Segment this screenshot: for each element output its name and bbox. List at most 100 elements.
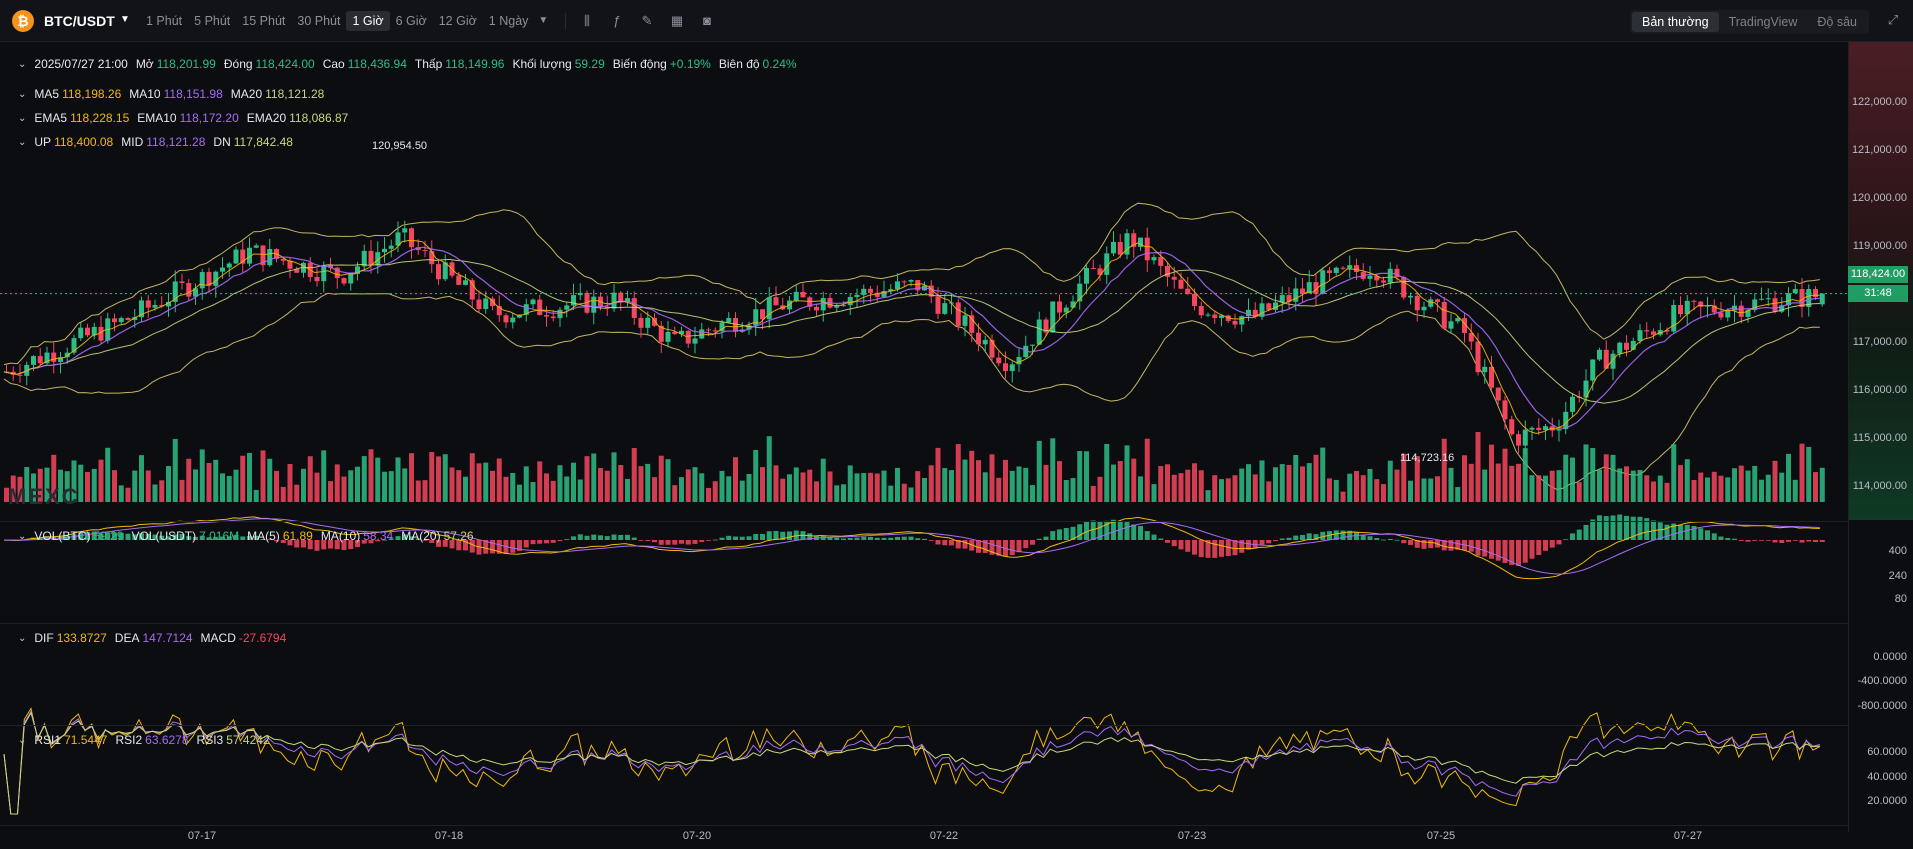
volume-bar (1603, 454, 1609, 502)
chevron-down-icon[interactable]: ⌄ (18, 735, 26, 746)
ma10-value: 118,151.98 (163, 87, 223, 101)
candle-body (388, 245, 394, 249)
macd-histogram-bar (739, 536, 745, 540)
volume-bar (145, 470, 151, 502)
interval-more-chevron-icon[interactable]: ▼ (534, 11, 552, 31)
macd-histogram-bar (888, 537, 894, 540)
interval-12h[interactable]: 12 Giờ (433, 11, 483, 31)
volume-bar (1104, 443, 1110, 502)
volume-bar (321, 450, 327, 502)
volume-bar (1657, 475, 1663, 502)
candle-type-icon[interactable]: ⫼ (578, 12, 596, 30)
interval-5m[interactable]: 5 Phút (188, 11, 236, 31)
macd-histogram-bar (1428, 540, 1434, 549)
chevron-down-icon[interactable]: ⌄ (18, 633, 26, 644)
pair-selector[interactable]: BTC/USDT (44, 13, 115, 29)
view-standard[interactable]: Bản thường (1631, 12, 1719, 32)
macd-histogram-bar (1684, 524, 1690, 540)
price-tick: 120,000.00 (1851, 192, 1907, 204)
volume-bar (314, 472, 320, 502)
macd-histogram-bar (1705, 530, 1710, 540)
candle-body (463, 280, 468, 285)
macd-histogram-bar (1813, 540, 1818, 543)
view-tradingview[interactable]: TradingView (1719, 12, 1808, 32)
macd-histogram-bar (1536, 540, 1542, 555)
candle-body (348, 273, 354, 284)
volume-bar (1475, 432, 1481, 502)
chevron-down-icon[interactable]: ⌄ (18, 89, 26, 100)
volume-bar (577, 479, 583, 502)
candle-body (591, 296, 597, 313)
vol-ma10-label: MA(10) (320, 529, 361, 543)
volume-bar (388, 471, 394, 502)
macd-histogram-bar (672, 540, 678, 545)
chevron-down-icon[interactable]: ▼ (120, 14, 130, 25)
volume-bar (834, 485, 840, 502)
price-tick: 115,000.00 (1852, 432, 1907, 444)
chart-tools: ⫼ ƒ ✎ ▦ ◙ (565, 12, 716, 30)
rsi2-line (3, 709, 1820, 815)
interval-1h[interactable]: 1 Giờ (346, 11, 390, 31)
interval-6h[interactable]: 6 Giờ (390, 11, 433, 31)
macd-histogram-bar (834, 537, 840, 540)
volume-bar (591, 453, 597, 502)
candle-body (226, 263, 232, 268)
pane-divider (0, 623, 1848, 624)
candle-body (409, 228, 414, 248)
boll-up-label: UP (34, 135, 52, 149)
interval-1d[interactable]: 1 Ngày (483, 11, 535, 31)
volume-bar (861, 473, 867, 502)
interval-1m[interactable]: 1 Phút (140, 11, 188, 31)
volume-bar (712, 481, 718, 502)
macd-histogram-bar (1745, 540, 1751, 542)
macd-histogram-bar (604, 536, 610, 540)
fullscreen-icon[interactable]: ⤢ (1885, 12, 1901, 28)
candle-body (942, 303, 948, 314)
camera-icon[interactable]: ◙ (698, 12, 716, 30)
macd-histogram-bar (746, 536, 752, 540)
candle-body (253, 245, 259, 248)
volume-bar (928, 465, 934, 502)
volume-bar (1772, 460, 1778, 502)
candle-body (820, 297, 826, 311)
volume-bar (625, 478, 630, 502)
view-depth[interactable]: Độ sâu (1807, 12, 1867, 32)
volume-bar (1617, 468, 1623, 502)
volume-bar (1597, 469, 1602, 502)
change-value: +0.19% (669, 57, 711, 71)
candle-body (1090, 268, 1096, 270)
volume-bar (820, 458, 826, 502)
volume-bar (1293, 454, 1299, 502)
chevron-down-icon[interactable]: ⌄ (18, 137, 26, 148)
volume-bar (989, 454, 995, 502)
interval-30m[interactable]: 30 Phút (291, 11, 346, 31)
candle-body (692, 338, 698, 344)
candle-body (976, 332, 981, 345)
draw-icon[interactable]: ✎ (638, 12, 656, 30)
layout-icon[interactable]: ▦ (668, 12, 686, 30)
volume-bar (1435, 476, 1440, 502)
ema5-value: 118,228.15 (70, 111, 130, 125)
chevron-down-icon[interactable]: ⌄ (18, 531, 26, 542)
candle-body (1408, 295, 1413, 298)
chevron-down-icon[interactable]: ⌄ (18, 113, 26, 124)
candle-body (51, 352, 57, 362)
candle-body (31, 356, 36, 365)
interval-15m[interactable]: 15 Phút (236, 11, 291, 31)
macd-histogram-bar (692, 540, 698, 544)
volume-bar (496, 458, 502, 502)
macd-histogram-bar (760, 533, 765, 540)
volume-bar (503, 476, 509, 502)
volume-bar (1279, 464, 1285, 502)
macd-histogram-bar (1009, 540, 1015, 556)
volume-bar (415, 480, 421, 502)
candle-body (456, 275, 462, 285)
volume-bar (942, 468, 948, 502)
volume-bar (530, 482, 536, 502)
candle-body (989, 339, 995, 358)
chevron-down-icon[interactable]: ⌄ (18, 59, 26, 70)
volume-bar (604, 470, 610, 502)
chart-canvas[interactable] (0, 42, 1848, 832)
macd-histogram-bar (1738, 540, 1744, 541)
indicator-icon[interactable]: ƒ (608, 12, 626, 30)
